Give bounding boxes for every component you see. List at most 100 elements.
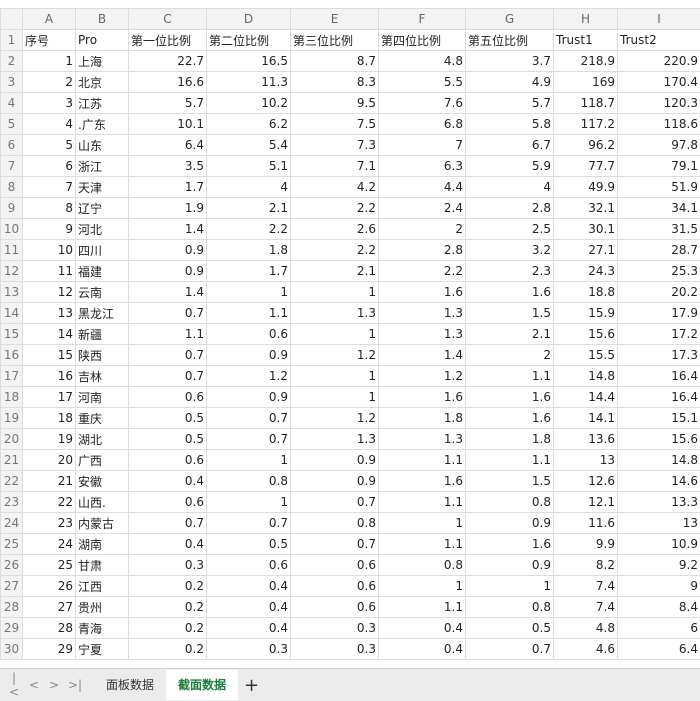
row-header[interactable]: 18 — [1, 387, 23, 408]
cell-i18[interactable]: 16.4 — [618, 387, 700, 408]
cell-f26[interactable]: 0.8 — [379, 555, 466, 576]
cell-d26[interactable]: 0.6 — [207, 555, 291, 576]
cell-i30[interactable]: 6.4 — [618, 639, 700, 660]
cell-b4[interactable]: 江苏 — [76, 93, 129, 114]
cell-i19[interactable]: 15.1 — [618, 408, 700, 429]
cell-f12[interactable]: 2.2 — [379, 261, 466, 282]
cell-b24[interactable]: 内蒙古 — [76, 513, 129, 534]
cell-d16[interactable]: 0.9 — [207, 345, 291, 366]
cell-f4[interactable]: 7.6 — [379, 93, 466, 114]
cell-f22[interactable]: 1.6 — [379, 471, 466, 492]
cell-d28[interactable]: 0.4 — [207, 597, 291, 618]
cell-d3[interactable]: 11.3 — [207, 72, 291, 93]
cell-c4[interactable]: 5.7 — [129, 93, 207, 114]
cell-c25[interactable]: 0.4 — [129, 534, 207, 555]
cell-d12[interactable]: 1.7 — [207, 261, 291, 282]
cell-b2[interactable]: 上海 — [76, 51, 129, 72]
cell-b1[interactable]: Pro — [76, 30, 129, 51]
cell-e16[interactable]: 1.2 — [291, 345, 379, 366]
cell-a20[interactable]: 19 — [23, 429, 76, 450]
row-header[interactable]: 8 — [1, 177, 23, 198]
cell-g21[interactable]: 1.1 — [466, 450, 554, 471]
cell-d27[interactable]: 0.4 — [207, 576, 291, 597]
cell-b17[interactable]: 吉林 — [76, 366, 129, 387]
cell-f10[interactable]: 2 — [379, 219, 466, 240]
cell-b18[interactable]: 河南 — [76, 387, 129, 408]
row-header[interactable]: 10 — [1, 219, 23, 240]
select-all-corner[interactable] — [1, 9, 23, 30]
cell-e2[interactable]: 8.7 — [291, 51, 379, 72]
cell-i2[interactable]: 220.9 — [618, 51, 700, 72]
add-sheet-button[interactable]: + — [244, 675, 259, 696]
row-header[interactable]: 4 — [1, 93, 23, 114]
cell-h21[interactable]: 13 — [554, 450, 618, 471]
cell-a1[interactable]: 序号 — [23, 30, 76, 51]
cell-f1[interactable]: 第四位比例 — [379, 30, 466, 51]
cell-h18[interactable]: 14.4 — [554, 387, 618, 408]
cell-i4[interactable]: 120.3 — [618, 93, 700, 114]
cell-b9[interactable]: 辽宁 — [76, 198, 129, 219]
cell-b26[interactable]: 甘肃 — [76, 555, 129, 576]
cell-a6[interactable]: 5 — [23, 135, 76, 156]
row-header[interactable]: 25 — [1, 534, 23, 555]
cell-d1[interactable]: 第二位比例 — [207, 30, 291, 51]
cell-a4[interactable]: 3 — [23, 93, 76, 114]
cell-c23[interactable]: 0.6 — [129, 492, 207, 513]
cell-a17[interactable]: 16 — [23, 366, 76, 387]
cell-i20[interactable]: 15.6 — [618, 429, 700, 450]
cell-h1[interactable]: Trust1 — [554, 30, 618, 51]
cell-h13[interactable]: 18.8 — [554, 282, 618, 303]
cell-b8[interactable]: 天津 — [76, 177, 129, 198]
column-header-b[interactable]: B — [76, 9, 129, 30]
column-header-h[interactable]: H — [554, 9, 618, 30]
cell-h15[interactable]: 15.6 — [554, 324, 618, 345]
column-header-f[interactable]: F — [379, 9, 466, 30]
row-header[interactable]: 9 — [1, 198, 23, 219]
cell-i10[interactable]: 31.5 — [618, 219, 700, 240]
cell-g30[interactable]: 0.7 — [466, 639, 554, 660]
cell-b22[interactable]: 安徽 — [76, 471, 129, 492]
cell-i24[interactable]: 13 — [618, 513, 700, 534]
cell-e30[interactable]: 0.3 — [291, 639, 379, 660]
cell-g2[interactable]: 3.7 — [466, 51, 554, 72]
cell-c2[interactable]: 22.7 — [129, 51, 207, 72]
cell-a16[interactable]: 15 — [23, 345, 76, 366]
cell-d7[interactable]: 5.1 — [207, 156, 291, 177]
cell-e25[interactable]: 0.7 — [291, 534, 379, 555]
cell-f24[interactable]: 1 — [379, 513, 466, 534]
cell-e3[interactable]: 8.3 — [291, 72, 379, 93]
cell-a30[interactable]: 29 — [23, 639, 76, 660]
cell-b5[interactable]: .广东 — [76, 114, 129, 135]
cell-i7[interactable]: 79.1 — [618, 156, 700, 177]
cell-f29[interactable]: 0.4 — [379, 618, 466, 639]
row-header[interactable]: 30 — [1, 639, 23, 660]
first-sheet-button[interactable]: |< — [8, 671, 20, 699]
cell-b10[interactable]: 河北 — [76, 219, 129, 240]
cell-e6[interactable]: 7.3 — [291, 135, 379, 156]
cell-i21[interactable]: 14.8 — [618, 450, 700, 471]
cell-i5[interactable]: 118.6 — [618, 114, 700, 135]
cell-a27[interactable]: 26 — [23, 576, 76, 597]
cell-g20[interactable]: 1.8 — [466, 429, 554, 450]
cell-g9[interactable]: 2.8 — [466, 198, 554, 219]
cell-e15[interactable]: 1 — [291, 324, 379, 345]
cell-f20[interactable]: 1.3 — [379, 429, 466, 450]
cell-f16[interactable]: 1.4 — [379, 345, 466, 366]
cell-c5[interactable]: 10.1 — [129, 114, 207, 135]
cell-a22[interactable]: 21 — [23, 471, 76, 492]
row-header[interactable]: 16 — [1, 345, 23, 366]
cell-a8[interactable]: 7 — [23, 177, 76, 198]
cell-c14[interactable]: 0.7 — [129, 303, 207, 324]
cell-e21[interactable]: 0.9 — [291, 450, 379, 471]
cell-c22[interactable]: 0.4 — [129, 471, 207, 492]
cell-e8[interactable]: 4.2 — [291, 177, 379, 198]
cell-c19[interactable]: 0.5 — [129, 408, 207, 429]
cell-f25[interactable]: 1.1 — [379, 534, 466, 555]
cell-g25[interactable]: 1.6 — [466, 534, 554, 555]
cell-a9[interactable]: 8 — [23, 198, 76, 219]
cell-c30[interactable]: 0.2 — [129, 639, 207, 660]
cell-g7[interactable]: 5.9 — [466, 156, 554, 177]
cell-b20[interactable]: 湖北 — [76, 429, 129, 450]
cell-c10[interactable]: 1.4 — [129, 219, 207, 240]
cell-a23[interactable]: 22 — [23, 492, 76, 513]
